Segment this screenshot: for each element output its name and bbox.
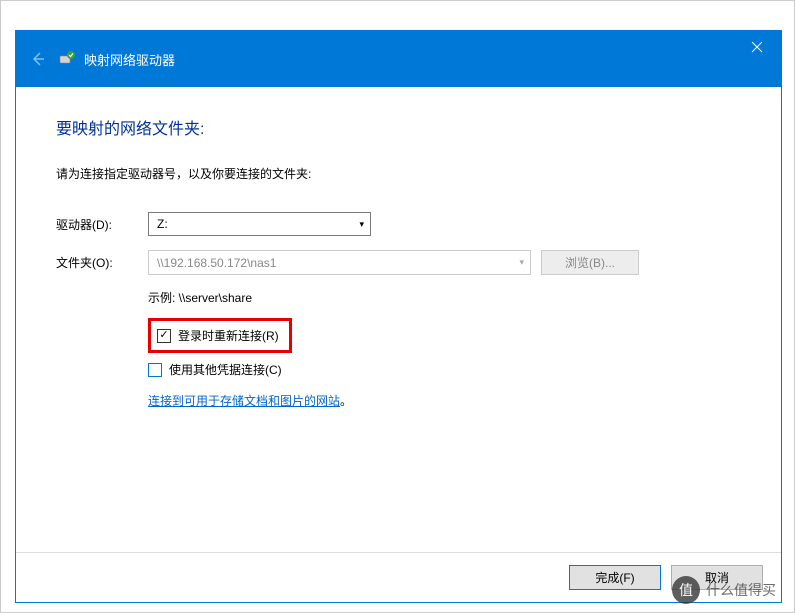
instruction-text: 请为连接指定驱动器号，以及你要连接的文件夹: <box>56 165 741 182</box>
finish-button[interactable]: 完成(F) <box>569 565 661 590</box>
network-drive-icon <box>58 50 76 68</box>
titlebar: 映射网络驱动器 <box>16 31 781 87</box>
drive-label: 驱动器(D): <box>56 216 148 233</box>
folder-row: 文件夹(O): \\192.168.50.172\nas1 ▾ 浏览(B)... <box>56 250 741 275</box>
example-text: 示例: \\server\share <box>148 289 741 306</box>
other-creds-label: 使用其他凭据连接(C) <box>169 361 282 378</box>
browse-button: 浏览(B)... <box>541 250 639 275</box>
folder-value: \\192.168.50.172\nas1 <box>157 256 276 270</box>
page-heading: 要映射的网络文件夹: <box>56 115 741 139</box>
drive-row: 驱动器(D): Z: ▾ <box>56 212 741 236</box>
reconnect-label: 登录时重新连接(R) <box>178 327 279 344</box>
watermark-logo-icon: 值 <box>672 576 700 604</box>
close-button[interactable] <box>733 31 781 63</box>
watermark-text: 什么值得买 <box>706 580 776 600</box>
button-bar: 完成(F) 取消 <box>16 552 781 602</box>
dialog-window: 映射网络驱动器 要映射的网络文件夹: 请为连接指定驱动器号，以及你要连接的文件夹… <box>15 30 782 603</box>
chevron-down-icon: ▾ <box>519 257 524 268</box>
window-title: 映射网络驱动器 <box>84 50 175 69</box>
highlight-annotation: 登录时重新连接(R) <box>148 318 292 353</box>
other-creds-row: 使用其他凭据连接(C) <box>148 361 741 378</box>
folder-label: 文件夹(O): <box>56 254 148 271</box>
drive-combobox[interactable]: Z: ▾ <box>148 212 371 236</box>
chevron-down-icon: ▾ <box>359 219 364 230</box>
content-area: 要映射的网络文件夹: 请为连接指定驱动器号，以及你要连接的文件夹: 驱动器(D)… <box>16 87 781 552</box>
watermark: 值 什么值得买 <box>672 576 776 604</box>
back-arrow-icon[interactable] <box>28 49 48 69</box>
link-period: 。 <box>340 394 352 408</box>
folder-combobox[interactable]: \\192.168.50.172\nas1 ▾ <box>148 250 531 275</box>
other-creds-checkbox[interactable] <box>148 363 162 377</box>
reconnect-checkbox[interactable] <box>157 329 171 343</box>
drive-value: Z: <box>157 217 168 231</box>
storage-website-link[interactable]: 连接到可用于存储文档和图片的网站 <box>148 392 340 409</box>
